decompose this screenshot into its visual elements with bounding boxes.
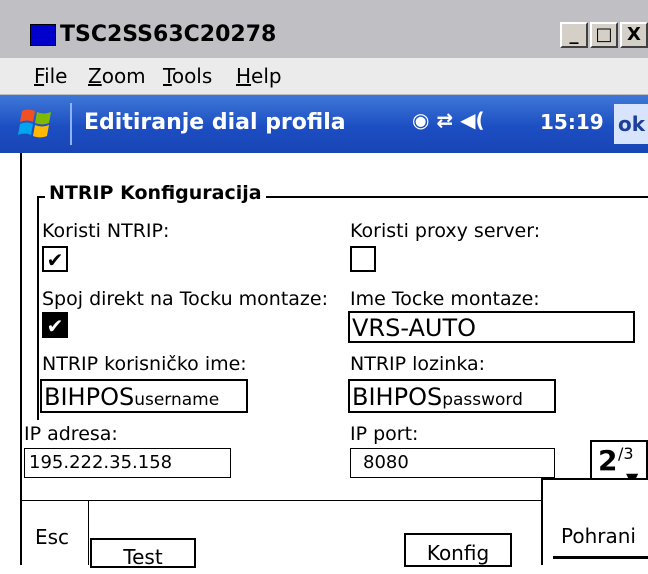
ntrip-username-label: NTRIP korisničko ime: [42,353,247,375]
ip-port-label: IP port: [350,423,419,445]
ntrip-password-input[interactable]: BIHPOSpassword [348,379,556,413]
ntrip-password-label: NTRIP lozinka: [350,353,486,375]
window-titlebar: TSC2SS63C20278 _ □ X [0,0,648,58]
mount-name-input[interactable]: VRS-AUTO [348,311,635,343]
use-proxy-label: Koristi proxy server: [350,220,541,242]
direct-mount-checkbox[interactable]: ✔ [42,312,68,338]
config-button[interactable]: Konfig [404,533,512,567]
password-sub-text: password [442,390,523,410]
menu-file[interactable]: File [34,64,67,88]
maximize-button[interactable]: □ [590,22,618,48]
windows-start-icon[interactable] [18,105,54,141]
group-title: NTRIP Konfiguracija [45,182,266,204]
username-sub-text: username [134,390,220,410]
esc-divider [88,500,89,565]
clock-time[interactable]: 15:19 [540,110,604,134]
ntrip-username-input[interactable]: BIHPOSusername [40,379,248,413]
minimize-button[interactable]: _ [560,22,588,48]
use-proxy-checkbox[interactable] [350,246,376,272]
test-button[interactable]: Test [90,538,196,569]
window-title: TSC2SS63C20278 [60,22,277,47]
status-icons[interactable]: ◉ ⇄ ◀( [412,108,485,132]
menu-tools[interactable]: Tools [163,64,212,88]
menu-help[interactable]: Help [236,64,282,88]
password-main-text: BIHPOS [352,383,443,411]
ip-port-input[interactable]: 8080 [350,448,555,478]
save-button-label: Pohrani [561,524,636,548]
ok-button[interactable]: ok [614,104,648,144]
direct-mount-label: Spoj direkt na Tocku montaze: [42,288,328,310]
close-button[interactable]: X [620,22,648,48]
save-underline [553,556,648,559]
use-ntrip-label: Koristi NTRIP: [42,220,170,242]
username-main-text: BIHPOS [44,383,135,411]
esc-button[interactable]: Esc [35,525,69,549]
ip-address-input[interactable]: 195.222.35.158 [24,448,231,478]
taskbar-divider [70,103,72,145]
page-current: 2 [598,444,618,477]
save-button[interactable]: Pohrani [541,478,648,565]
page-total: /3 [618,444,634,463]
mount-name-label: Ime Tocke montaze: [350,288,540,310]
use-ntrip-checkbox[interactable]: ✔ [42,246,68,272]
menu-zoom[interactable]: Zoom [88,64,146,88]
screen-title: Editiranje dial profila [84,110,346,135]
app-icon [30,24,56,46]
ip-address-label: IP adresa: [24,423,118,445]
